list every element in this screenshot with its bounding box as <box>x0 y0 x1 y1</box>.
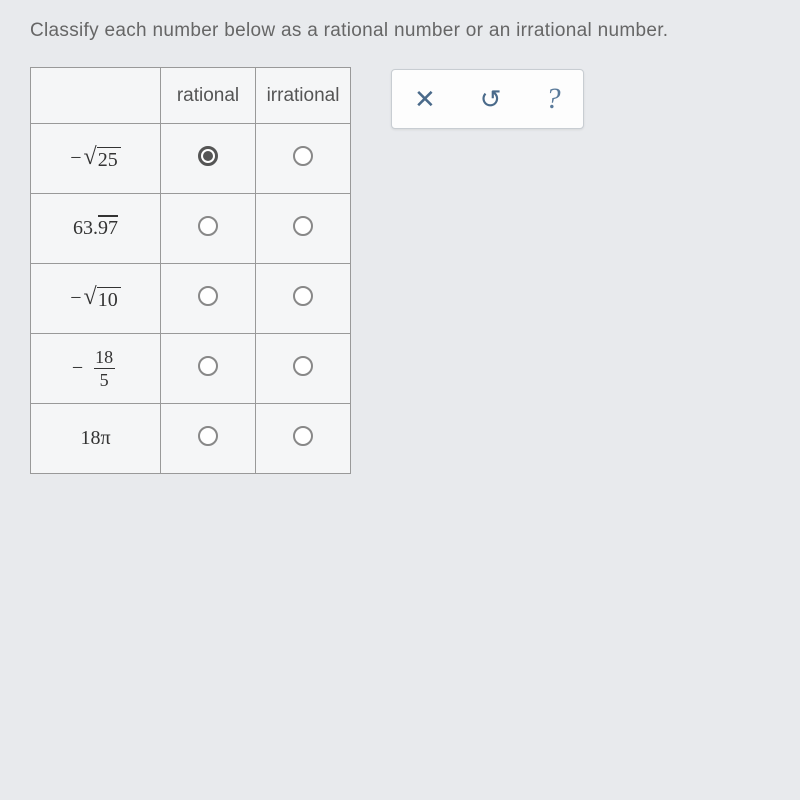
toolbar: ✕ ↺ ? <box>391 69 584 129</box>
expression-repeating-decimal: 63.97 <box>31 194 161 264</box>
radio-cell-rational <box>161 264 256 334</box>
radio-cell-irrational <box>256 404 351 474</box>
expression-neg-fraction: − 18 5 <box>31 334 161 404</box>
header-blank <box>31 68 161 124</box>
table-row: −√10 <box>31 264 351 334</box>
radio-cell-irrational <box>256 264 351 334</box>
question-text: Classify each number below as a rational… <box>30 20 770 42</box>
sqrt-icon: √10 <box>84 285 121 312</box>
decimal-repeat: 97 <box>98 217 118 239</box>
radio-cell-rational <box>161 194 256 264</box>
table-row: − 18 5 <box>31 334 351 404</box>
radio-cell-irrational <box>256 124 351 194</box>
table-row: 18π <box>31 404 351 474</box>
content-area: rational irrational −√25 63.97 <box>30 67 770 474</box>
negative-sign: − <box>72 357 83 380</box>
radio-irrational-4[interactable] <box>293 426 313 446</box>
radio-rational-4[interactable] <box>198 426 218 446</box>
sqrt-icon: √25 <box>84 145 121 172</box>
expression-neg-sqrt-10: −√10 <box>31 264 161 334</box>
radio-rational-2[interactable] <box>198 286 218 306</box>
reset-button[interactable]: ↺ <box>480 86 502 112</box>
expression-18pi: 18π <box>31 404 161 474</box>
header-irrational: irrational <box>256 68 351 124</box>
classification-table: rational irrational −√25 63.97 <box>30 67 351 474</box>
radio-cell-irrational <box>256 334 351 404</box>
table-row: −√25 <box>31 124 351 194</box>
radio-rational-3[interactable] <box>198 356 218 376</box>
radio-cell-irrational <box>256 194 351 264</box>
fraction-icon: 18 5 <box>89 348 119 389</box>
header-rational: rational <box>161 68 256 124</box>
close-button[interactable]: ✕ <box>414 86 436 112</box>
radio-cell-rational <box>161 334 256 404</box>
radio-irrational-1[interactable] <box>293 216 313 236</box>
decimal-int: 63. <box>73 217 98 239</box>
expression-neg-sqrt-25: −√25 <box>31 124 161 194</box>
radio-cell-rational <box>161 404 256 474</box>
table-row: 63.97 <box>31 194 351 264</box>
radio-cell-rational <box>161 124 256 194</box>
help-button[interactable]: ? <box>546 84 561 114</box>
header-row: rational irrational <box>31 68 351 124</box>
negative-sign: − <box>70 147 81 169</box>
radio-irrational-3[interactable] <box>293 356 313 376</box>
radio-rational-1[interactable] <box>198 216 218 236</box>
radio-irrational-0[interactable] <box>293 146 313 166</box>
negative-sign: − <box>70 287 81 309</box>
radio-irrational-2[interactable] <box>293 286 313 306</box>
radio-rational-0[interactable] <box>198 146 218 166</box>
